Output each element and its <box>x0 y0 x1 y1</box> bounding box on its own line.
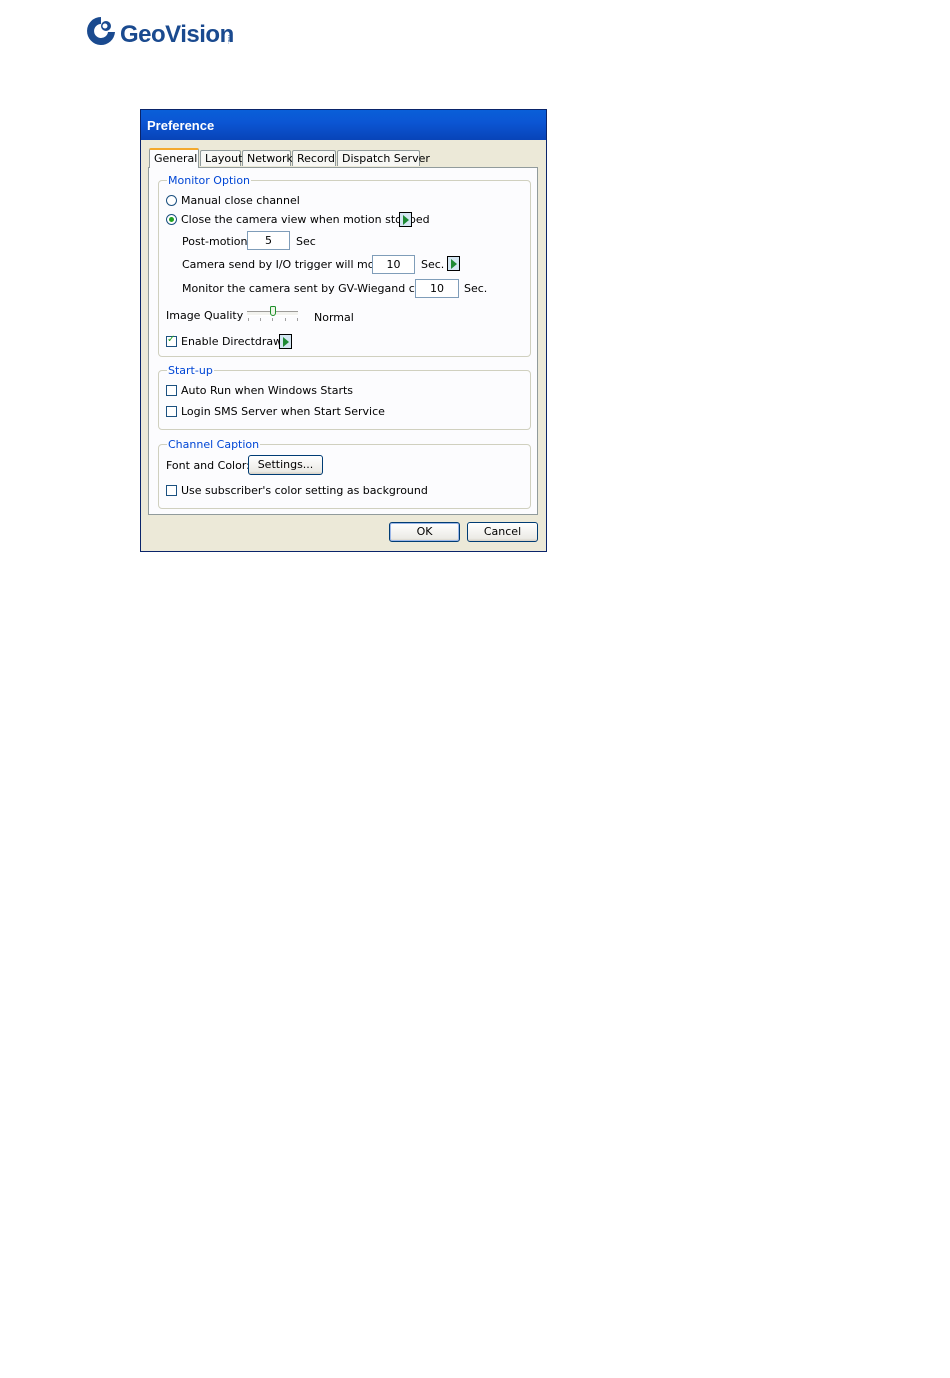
close-on-motion-radio[interactable] <box>166 214 177 225</box>
logo-inc: Inc. <box>226 35 232 44</box>
checkmark-icon: ✓ <box>167 334 176 345</box>
tab-record[interactable]: Record <box>292 150 336 166</box>
wiegand-unit: Sec. <box>464 282 488 295</box>
post-motion-input[interactable]: 5 <box>247 231 290 250</box>
geovision-logo: GeoVision Inc. <box>84 12 244 52</box>
io-trigger-input[interactable]: 10 <box>372 255 415 274</box>
slider-tick <box>248 318 249 321</box>
wiegand-label: Monitor the camera sent by GV-Wiegand ca… <box>182 282 455 295</box>
ok-button[interactable]: OK <box>389 522 460 542</box>
directdraw-arrow-button[interactable] <box>279 334 292 349</box>
post-motion-label: Post-motion: <box>182 235 252 248</box>
tab-dispatch-server[interactable]: Dispatch Server <box>337 150 430 166</box>
arrow-right-icon <box>403 215 409 225</box>
tab-general[interactable]: General <box>149 148 199 168</box>
settings-button[interactable]: Settings... <box>248 455 323 475</box>
io-trigger-unit: Sec. <box>421 258 445 271</box>
manual-close-label: Manual close channel <box>181 194 300 207</box>
cancel-button[interactable]: Cancel <box>467 522 538 542</box>
arrow-right-icon <box>283 337 289 347</box>
login-sms-checkbox[interactable] <box>166 406 177 417</box>
login-sms-label: Login SMS Server when Start Service <box>181 405 385 418</box>
channel-caption-group: Channel Caption Font and Color: Settings… <box>158 438 531 509</box>
tab-layout[interactable]: Layout <box>200 150 242 166</box>
geovision-logo-mark-icon <box>87 17 115 45</box>
post-motion-unit: Sec <box>296 235 316 248</box>
subscriber-color-checkbox[interactable] <box>166 485 177 496</box>
arrow-right-icon <box>451 259 457 269</box>
auto-run-label: Auto Run when Windows Starts <box>181 384 354 397</box>
monitor-option-legend: Monitor Option <box>167 174 252 187</box>
slider-tick <box>260 318 261 321</box>
title-bar[interactable]: Preference <box>141 110 546 140</box>
window-title: Preference <box>147 118 215 133</box>
startup-group: Start-up Auto Run when Windows Starts Lo… <box>158 364 531 430</box>
motion-settings-arrow-button[interactable] <box>399 212 412 227</box>
wiegand-input[interactable]: 10 <box>415 279 459 298</box>
io-trigger-label: Camera send by I/O trigger will monitor: <box>182 258 404 271</box>
general-tab-panel: Monitor Option Manual close channel Clos… <box>148 167 538 515</box>
logo-text: GeoVision <box>120 21 234 48</box>
enable-directdraw-label: Enable Directdraw <box>181 335 283 348</box>
subscriber-color-label: Use subscriber's color setting as backgr… <box>181 484 428 497</box>
preference-dialog: Preference General Layout Network Record… <box>140 109 547 552</box>
tab-network[interactable]: Network <box>242 150 293 166</box>
manual-close-radio[interactable] <box>166 195 177 206</box>
image-quality-slider-thumb[interactable] <box>269 306 276 316</box>
close-on-motion-label: Close the camera view when motion stoppe… <box>181 213 430 226</box>
image-quality-label: Image Quality <box>166 309 244 322</box>
image-quality-value: Normal <box>314 311 354 324</box>
radio-selected-dot <box>169 217 174 222</box>
slider-tick <box>272 318 273 321</box>
monitor-option-group: Monitor Option Manual close channel Clos… <box>158 174 531 357</box>
slider-tick <box>297 318 298 321</box>
channel-caption-legend: Channel Caption <box>167 438 261 451</box>
startup-legend: Start-up <box>167 364 214 377</box>
font-color-label: Font and Color: <box>166 459 250 472</box>
slider-tick <box>285 318 286 321</box>
io-trigger-arrow-button[interactable] <box>447 256 460 271</box>
enable-directdraw-checkbox[interactable]: ✓ <box>166 334 177 347</box>
auto-run-checkbox[interactable] <box>166 385 177 396</box>
